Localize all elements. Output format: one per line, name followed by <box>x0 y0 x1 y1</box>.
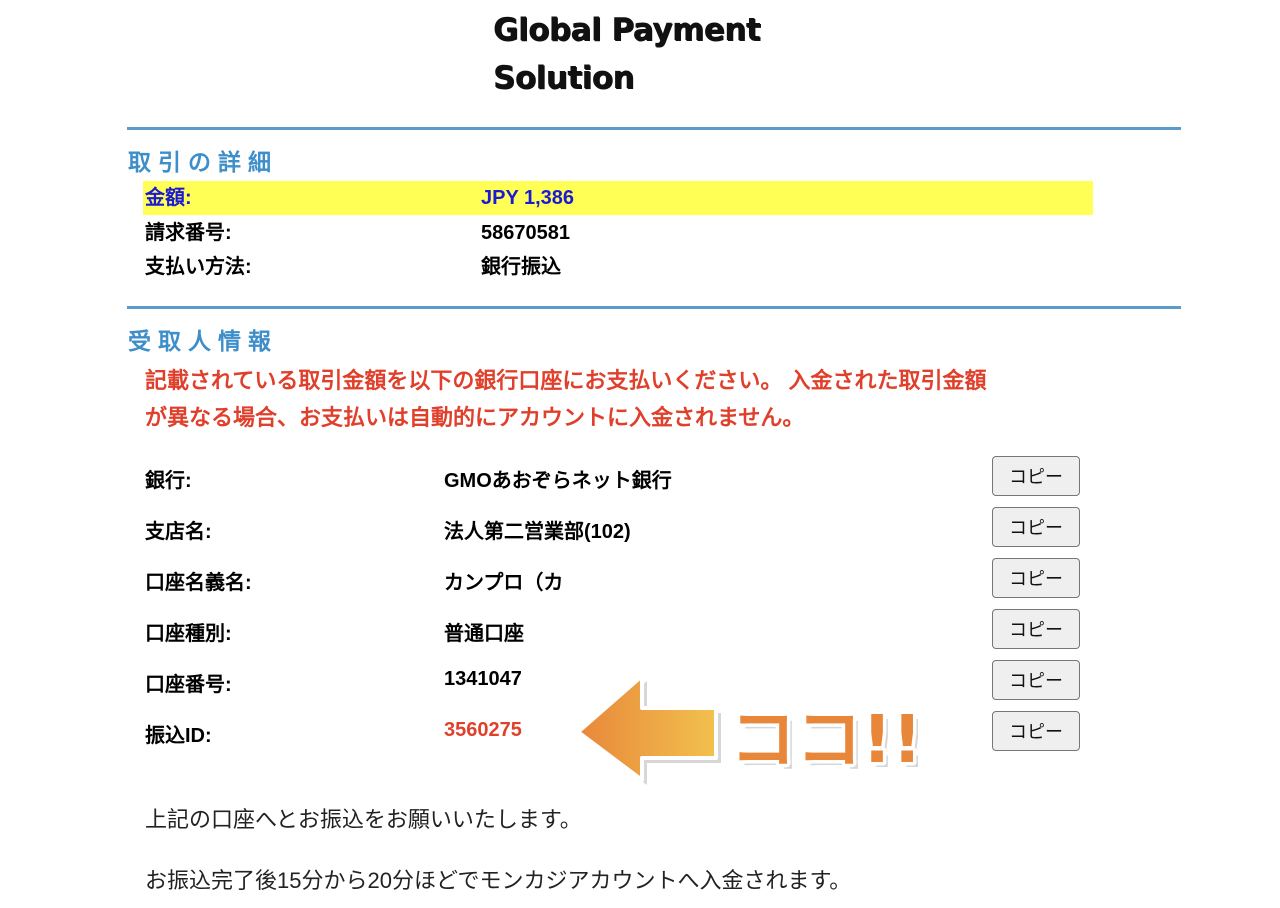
account-type-value: 普通口座 <box>444 623 524 645</box>
copy-account-holder-button[interactable]: コピー <box>992 558 1080 598</box>
account-type-row: 口座種別: 普通口座 コピー <box>145 609 1085 651</box>
transfer-id-label: 振込ID: <box>145 725 212 747</box>
logo-line-1: Global Payment <box>493 12 761 48</box>
copy-account-number-button[interactable]: コピー <box>992 660 1080 700</box>
logo-line-2: Solution <box>493 60 635 96</box>
payment-notice: 記載されている取引金額を以下の銀行口座にお支払いください。 入金された取引金額 … <box>145 362 1105 436</box>
account-holder-value: カンプロ（カ <box>444 572 564 594</box>
section-divider <box>127 127 1181 130</box>
copy-branch-button[interactable]: コピー <box>992 507 1080 547</box>
branch-value: 法人第二営業部(102) <box>444 521 631 543</box>
copy-bank-button[interactable]: コピー <box>992 456 1080 496</box>
account-number-value: 1341047 <box>444 668 522 690</box>
payment-method-row: 支払い方法: 銀行振込 <box>143 250 1093 284</box>
section-divider <box>127 306 1181 309</box>
footer-line-1: 上記の口座へとお振込をお願いいたします。 <box>145 807 582 832</box>
copy-account-type-button[interactable]: コピー <box>992 609 1080 649</box>
branch-row: 支店名: 法人第二営業部(102) コピー <box>145 507 1085 549</box>
invoice-label: 請求番号: <box>145 222 232 244</box>
account-holder-label: 口座名義名: <box>145 572 252 594</box>
notice-line-2: が異なる場合、お支払いは自動的にアカウントに入金されません。 <box>145 405 805 430</box>
account-type-label: 口座種別: <box>145 623 232 645</box>
callout-text: ココ!! <box>730 701 922 778</box>
bank-value: GMOあおぞらネット銀行 <box>444 470 672 492</box>
amount-value: JPY 1,386 <box>481 187 575 209</box>
footer-line-2: お振込完了後15分から20分ほどでモンカジアカウントへ入金されます。 <box>145 868 852 893</box>
branch-label: 支店名: <box>145 521 212 543</box>
recipient-info-title: 受取人情報 <box>128 328 278 354</box>
transaction-details-title: 取引の詳細 <box>128 149 278 175</box>
payment-page: Global Payment Solution 取引の詳細 金額: JPY 1,… <box>0 0 1280 908</box>
brand-logo: Global Payment Solution <box>493 6 761 102</box>
account-number-label: 口座番号: <box>145 674 232 696</box>
invoice-row: 請求番号: 58670581 <box>143 216 1093 250</box>
bank-label: 銀行: <box>145 470 192 492</box>
invoice-value: 58670581 <box>481 222 570 244</box>
transfer-id-value: 3560275 <box>444 719 522 741</box>
notice-line-1: 記載されている取引金額を以下の銀行口座にお支払いください。 入金された取引金額 <box>145 368 987 393</box>
account-holder-row: 口座名義名: カンプロ（カ コピー <box>145 558 1085 600</box>
copy-transfer-id-button[interactable]: コピー <box>992 711 1080 751</box>
amount-label: 金額: <box>145 187 192 209</box>
amount-row: 金額: JPY 1,386 <box>143 181 1093 215</box>
pointer-annotation: ココ!! ココ!! <box>570 668 930 786</box>
bank-row: 銀行: GMOあおぞらネット銀行 コピー <box>145 456 1085 498</box>
payment-method-label: 支払い方法: <box>145 256 252 278</box>
payment-method-value: 銀行振込 <box>481 256 561 278</box>
left-arrow-icon: ココ!! ココ!! <box>576 674 927 785</box>
